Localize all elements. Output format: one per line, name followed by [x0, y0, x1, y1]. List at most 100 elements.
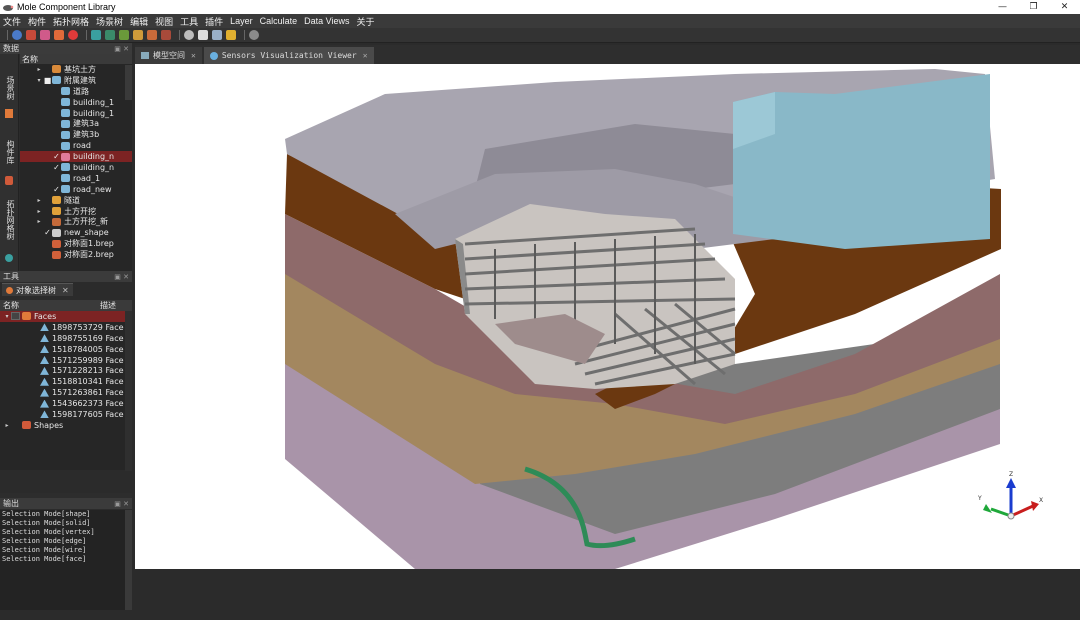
face-item[interactable]: 1898755169 Face	[0, 333, 132, 344]
shape-icon[interactable]	[119, 30, 129, 40]
tree-scrollbar[interactable]	[125, 65, 132, 100]
face-label: 1571259989 Face	[52, 355, 124, 365]
dock-controls-icon[interactable]: ▣ ✕	[114, 273, 129, 281]
toolbar-separator	[7, 30, 8, 40]
vtab-topology-mesh-tree[interactable]: 拓扑网格树	[3, 200, 16, 240]
scene-tree-item[interactable]: road	[20, 140, 132, 151]
output-log: Selection Mode[shape] Selection Mode[sol…	[0, 510, 125, 610]
menu-plugins[interactable]: 插件	[205, 15, 223, 28]
scene-tree-item[interactable]: 对称面1.brep	[20, 238, 132, 249]
menu-data-views[interactable]: Data Views	[304, 16, 349, 26]
scene-tree-item[interactable]: road_1	[20, 173, 132, 184]
expand-arrow-icon[interactable]: ▸	[35, 197, 43, 204]
face-item[interactable]: 1571259989 Face	[0, 355, 132, 366]
scene-tree-item[interactable]: ✓ building_n	[20, 162, 132, 173]
expand-arrow-icon[interactable]: ▾	[3, 313, 11, 320]
mesh-icon[interactable]	[91, 30, 101, 40]
tree-node-label: 附属建筑	[64, 75, 96, 85]
undo-icon[interactable]	[249, 30, 259, 40]
expand-arrow-icon[interactable]: ▾	[35, 77, 43, 84]
face-item[interactable]: 1898753729 Face	[0, 322, 132, 333]
scene-render[interactable]: Z X Y	[135, 64, 1080, 569]
close-tab-icon[interactable]: ✕	[191, 51, 196, 60]
layer-icon[interactable]	[133, 30, 143, 40]
menu-scene-tree[interactable]: 场景树	[96, 15, 123, 28]
import-icon[interactable]	[40, 30, 50, 40]
visibility-checkbox[interactable]: ✓	[52, 152, 61, 161]
menu-topology-mesh[interactable]: 拓扑网格	[53, 15, 89, 28]
log-line: Selection Mode[solid]	[2, 519, 91, 528]
dock-controls-icon[interactable]: ▣ ✕	[114, 45, 129, 53]
minimize-button[interactable]: —	[987, 0, 1018, 14]
menu-layer[interactable]: Layer	[230, 16, 253, 26]
close-button[interactable]: ✕	[1049, 0, 1080, 14]
close-tab-icon[interactable]: ✕	[363, 51, 368, 60]
visibility-checkbox[interactable]: ■	[43, 76, 52, 85]
tab-object-selection-tree[interactable]: 对象选择树 ✕	[2, 283, 73, 296]
tab-sensors-viewer[interactable]: Sensors Visualization Viewer ✕	[203, 47, 374, 64]
scene-tree-item[interactable]: 对称面2.brep	[20, 249, 132, 260]
tree-node-label: 道路	[73, 86, 89, 96]
expand-arrow-icon[interactable]: ▸	[3, 422, 11, 429]
close-tab-icon[interactable]: ✕	[62, 286, 69, 295]
expand-arrow-icon[interactable]: ▸	[35, 66, 43, 73]
stack-icon[interactable]	[147, 30, 157, 40]
menu-edit[interactable]: 编辑	[130, 15, 148, 28]
scene-tree-item[interactable]: 道路	[20, 86, 132, 97]
faces-group[interactable]: ▾ Faces	[0, 311, 132, 322]
visibility-checkbox[interactable]: ✓	[52, 185, 61, 194]
visibility-checkbox[interactable]: ✓	[43, 228, 52, 237]
vtab-component-library[interactable]: 构件库	[3, 140, 16, 164]
settings-icon[interactable]	[184, 30, 194, 40]
scene-tree-item[interactable]: ▸ 土方开挖	[20, 206, 132, 217]
expand-arrow-icon[interactable]: ▸	[35, 208, 43, 215]
face-item[interactable]: 1518810341 Face	[0, 376, 132, 387]
scene-tree-item[interactable]: ✓ building_n	[20, 151, 132, 163]
scene-tree-item[interactable]: 建筑3b	[20, 129, 132, 140]
face-item[interactable]: 1518784005 Face	[0, 344, 132, 355]
output-scrollbar[interactable]	[125, 510, 132, 610]
scene-tree-item[interactable]: building_1	[20, 108, 132, 119]
camera-icon[interactable]	[198, 30, 208, 40]
open-icon[interactable]	[12, 30, 22, 40]
face-item[interactable]: 1543662373 Face	[0, 398, 132, 409]
tree-node-icon	[61, 87, 70, 96]
face-item[interactable]: 1571263861 Face	[0, 387, 132, 398]
menu-tools[interactable]: 工具	[180, 15, 198, 28]
scene-tree-rows: ▸ 基坑土方 ▾ ■ 附属建筑 道路 building_1 building_1 建筑3a 建筑3…	[20, 64, 132, 260]
tree-node-label: 建筑3a	[73, 119, 99, 129]
scene-tree-item[interactable]: ✓ road_new	[20, 184, 132, 195]
vtab-scene-tree[interactable]: 场景树	[3, 76, 16, 100]
scene-tree-item[interactable]: 建筑3a	[20, 118, 132, 129]
menu-component[interactable]: 构件	[28, 15, 46, 28]
tree-node-label: road_new	[73, 184, 112, 194]
solid-icon[interactable]	[105, 30, 115, 40]
scene-tree-item[interactable]: ▸ 隧道	[20, 195, 132, 206]
restore-button[interactable]: ❐	[1018, 0, 1049, 14]
scene-tree-item[interactable]: ▸ 基坑土方	[20, 64, 132, 75]
checkbox[interactable]	[11, 312, 20, 321]
menu-about[interactable]: 关于	[357, 15, 375, 28]
tower-icon[interactable]	[161, 30, 171, 40]
face-item[interactable]: 1571228213 Face	[0, 365, 132, 376]
menu-file[interactable]: 文件	[3, 15, 21, 28]
visibility-checkbox[interactable]: ✓	[52, 163, 61, 172]
scene-tree-item[interactable]: ▾ ■ 附属建筑	[20, 75, 132, 86]
shapes-group[interactable]: ▸ Shapes	[0, 420, 132, 431]
dock-controls-icon[interactable]: ▣ ✕	[114, 500, 129, 508]
scene-tree-item[interactable]: ▸ 土方开挖_新	[20, 216, 132, 227]
scene-tree-item[interactable]: ✓ new_shape	[20, 227, 132, 238]
tools-scrollbar[interactable]	[125, 311, 132, 471]
scene-tree-item[interactable]: building_1	[20, 97, 132, 108]
tab-model-space[interactable]: 模型空间 ✕	[135, 47, 202, 64]
monitor-icon[interactable]	[212, 30, 222, 40]
lock-icon[interactable]	[226, 30, 236, 40]
3d-viewport[interactable]: Z X Y	[135, 64, 1080, 569]
delete-icon[interactable]	[68, 30, 78, 40]
face-item[interactable]: 1598177605 Face	[0, 409, 132, 420]
menu-view[interactable]: 视图	[155, 15, 173, 28]
box-icon[interactable]	[26, 30, 36, 40]
menu-calculate[interactable]: Calculate	[260, 16, 298, 26]
cube-icon[interactable]	[54, 30, 64, 40]
expand-arrow-icon[interactable]: ▸	[35, 218, 43, 225]
